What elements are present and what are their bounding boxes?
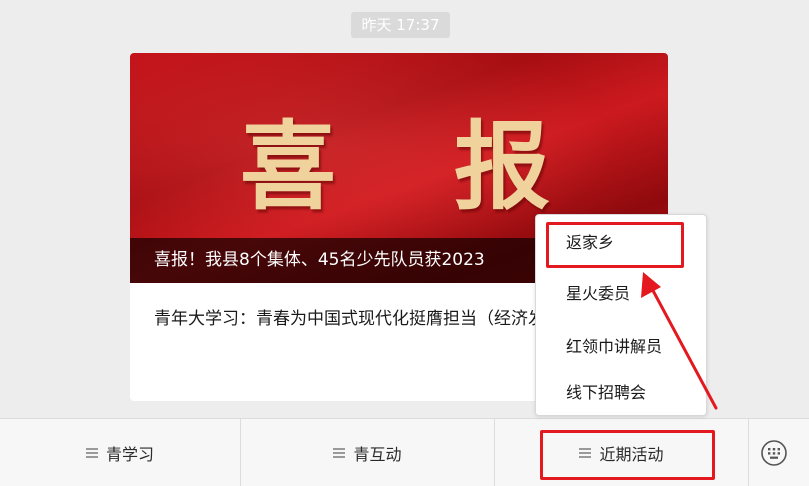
annotation-arrow: [641, 272, 718, 410]
